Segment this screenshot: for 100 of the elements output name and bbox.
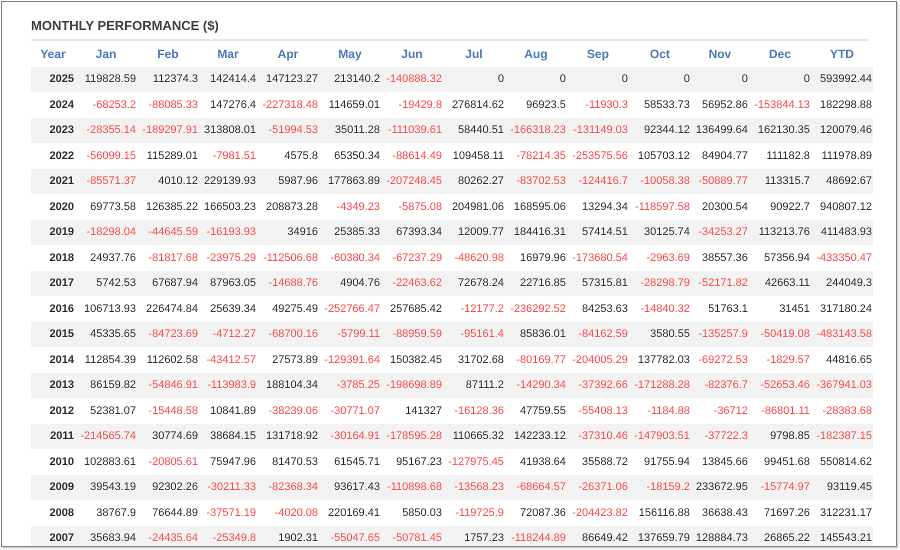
- table-cell: 147123.27: [257, 67, 319, 92]
- table-cell: -110898.68: [380, 474, 443, 500]
- table-cell: 5987.96: [257, 168, 319, 194]
- table-cell: -24435.64: [136, 526, 199, 546]
- table-cell: -25349.8: [198, 526, 257, 546]
- table-cell: -18298.04: [75, 220, 137, 245]
- table-cell: -483143.58: [810, 322, 873, 347]
- year-cell: 2021: [31, 168, 75, 194]
- table-cell: 145543.21: [810, 526, 873, 546]
- table-cell: 0: [628, 67, 691, 92]
- table-cell: -52171.82: [690, 270, 749, 296]
- table-cell: 112374.3: [136, 67, 199, 92]
- table-cell: -111039.61: [380, 118, 443, 143]
- year-cell: 2013: [31, 372, 75, 398]
- table-cell: -95161.4: [442, 322, 505, 347]
- table-cell: 233672.95: [690, 474, 749, 500]
- column-header: Feb: [136, 41, 199, 67]
- table-cell: 93617.43: [318, 474, 381, 500]
- column-header: Jun: [380, 41, 443, 67]
- table-cell: -37392.66: [566, 372, 629, 398]
- table-cell: 136499.64: [690, 118, 749, 143]
- table-cell: 30125.74: [628, 220, 691, 245]
- table-cell: -13568.23: [442, 474, 505, 500]
- table-cell: -50419.08: [748, 322, 811, 347]
- table-cell: 0: [748, 67, 811, 92]
- table-cell: 57315.81: [566, 270, 629, 296]
- table-cell: -182387.15: [810, 424, 873, 449]
- table-cell: -147903.51: [628, 424, 691, 449]
- year-cell: 2007: [31, 526, 75, 546]
- column-header: Mar: [198, 41, 257, 67]
- year-cell: 2015: [31, 322, 75, 347]
- table-cell: 86649.42: [566, 526, 629, 546]
- table-cell: -3785.25: [318, 372, 381, 398]
- table-cell: 35683.94: [75, 526, 137, 546]
- table-cell: 80262.27: [442, 168, 505, 194]
- table-cell: -14688.76: [257, 270, 319, 296]
- year-cell: 2017: [31, 270, 75, 296]
- table-cell: -166318.23: [504, 118, 567, 143]
- table-cell: -15774.97: [748, 474, 811, 500]
- table-cell: 411483.93: [810, 220, 873, 245]
- table-cell: -51994.53: [257, 118, 319, 143]
- table-cell: -14290.34: [504, 372, 567, 398]
- table-cell: -83702.53: [504, 168, 567, 194]
- column-header: Jan: [75, 41, 137, 67]
- table-cell: -30164.91: [318, 424, 381, 449]
- column-header: YTD: [810, 41, 873, 67]
- table-cell: -207248.45: [380, 168, 443, 194]
- table-cell: 1902.31: [257, 526, 319, 546]
- table-cell: -82376.7: [690, 372, 749, 398]
- table-cell: 142233.12: [504, 424, 567, 449]
- column-header: Dec: [748, 41, 811, 67]
- table-cell: 57414.51: [566, 220, 629, 245]
- table-cell: 12009.77: [442, 220, 505, 245]
- table-cell: -55047.65: [318, 526, 381, 546]
- table-cell: 67687.94: [136, 270, 199, 296]
- table-cell: -140888.32: [380, 67, 443, 92]
- table-cell: 38684.15: [198, 424, 257, 449]
- table-cell: -26371.06: [566, 474, 629, 500]
- table-cell: 87963.05: [198, 270, 257, 296]
- table-cell: -10058.38: [628, 168, 691, 194]
- year-cell: 2009: [31, 474, 75, 500]
- table-cell: 4010.12: [136, 168, 199, 194]
- table-cell: 48692.67: [810, 168, 873, 194]
- column-header: Jul: [442, 41, 505, 67]
- table-cell: -189297.91: [136, 118, 199, 143]
- table-cell: 85836.01: [504, 322, 567, 347]
- column-header: Aug: [504, 41, 567, 67]
- table-cell: -135257.9: [690, 322, 749, 347]
- table-cell: 42663.11: [748, 270, 811, 296]
- table-cell: 184416.31: [504, 220, 567, 245]
- table-cell: 110665.32: [442, 424, 505, 449]
- table-cell: 93119.45: [810, 474, 873, 500]
- table-cell: 113315.7: [748, 168, 811, 194]
- table-cell: -34253.27: [690, 220, 749, 245]
- table-cell: -198698.89: [380, 372, 443, 398]
- table-cell: 92302.26: [136, 474, 199, 500]
- table-cell: 34916: [257, 220, 319, 245]
- table-cell: -28298.79: [628, 270, 691, 296]
- table-cell: -37722.3: [690, 424, 749, 449]
- table-cell: -50781.45: [380, 526, 443, 546]
- column-header: May: [318, 41, 381, 67]
- table-cell: -113983.9: [198, 372, 257, 398]
- table-cell: 58440.51: [442, 118, 505, 143]
- table-cell: -124416.7: [566, 168, 629, 194]
- table-cell: 142414.4: [198, 67, 257, 92]
- table-cell: -5799.11: [318, 322, 381, 347]
- table-cell: -367941.03: [810, 372, 873, 398]
- table-cell: 1757.23: [442, 526, 505, 546]
- table-cell: -131149.03: [566, 118, 629, 143]
- table-cell: -52653.46: [748, 372, 811, 398]
- table-cell: 0: [690, 67, 749, 92]
- table-cell: -16193.93: [198, 220, 257, 245]
- year-cell: 2023: [31, 118, 75, 143]
- table-cell: 137659.79: [628, 526, 691, 546]
- column-header: Apr: [257, 41, 319, 67]
- table-cell: -214565.74: [75, 424, 137, 449]
- table-cell: 45335.65: [75, 322, 137, 347]
- column-header: Sep: [566, 41, 629, 67]
- column-header: Nov: [690, 41, 749, 67]
- table-cell: 128884.73: [690, 526, 749, 546]
